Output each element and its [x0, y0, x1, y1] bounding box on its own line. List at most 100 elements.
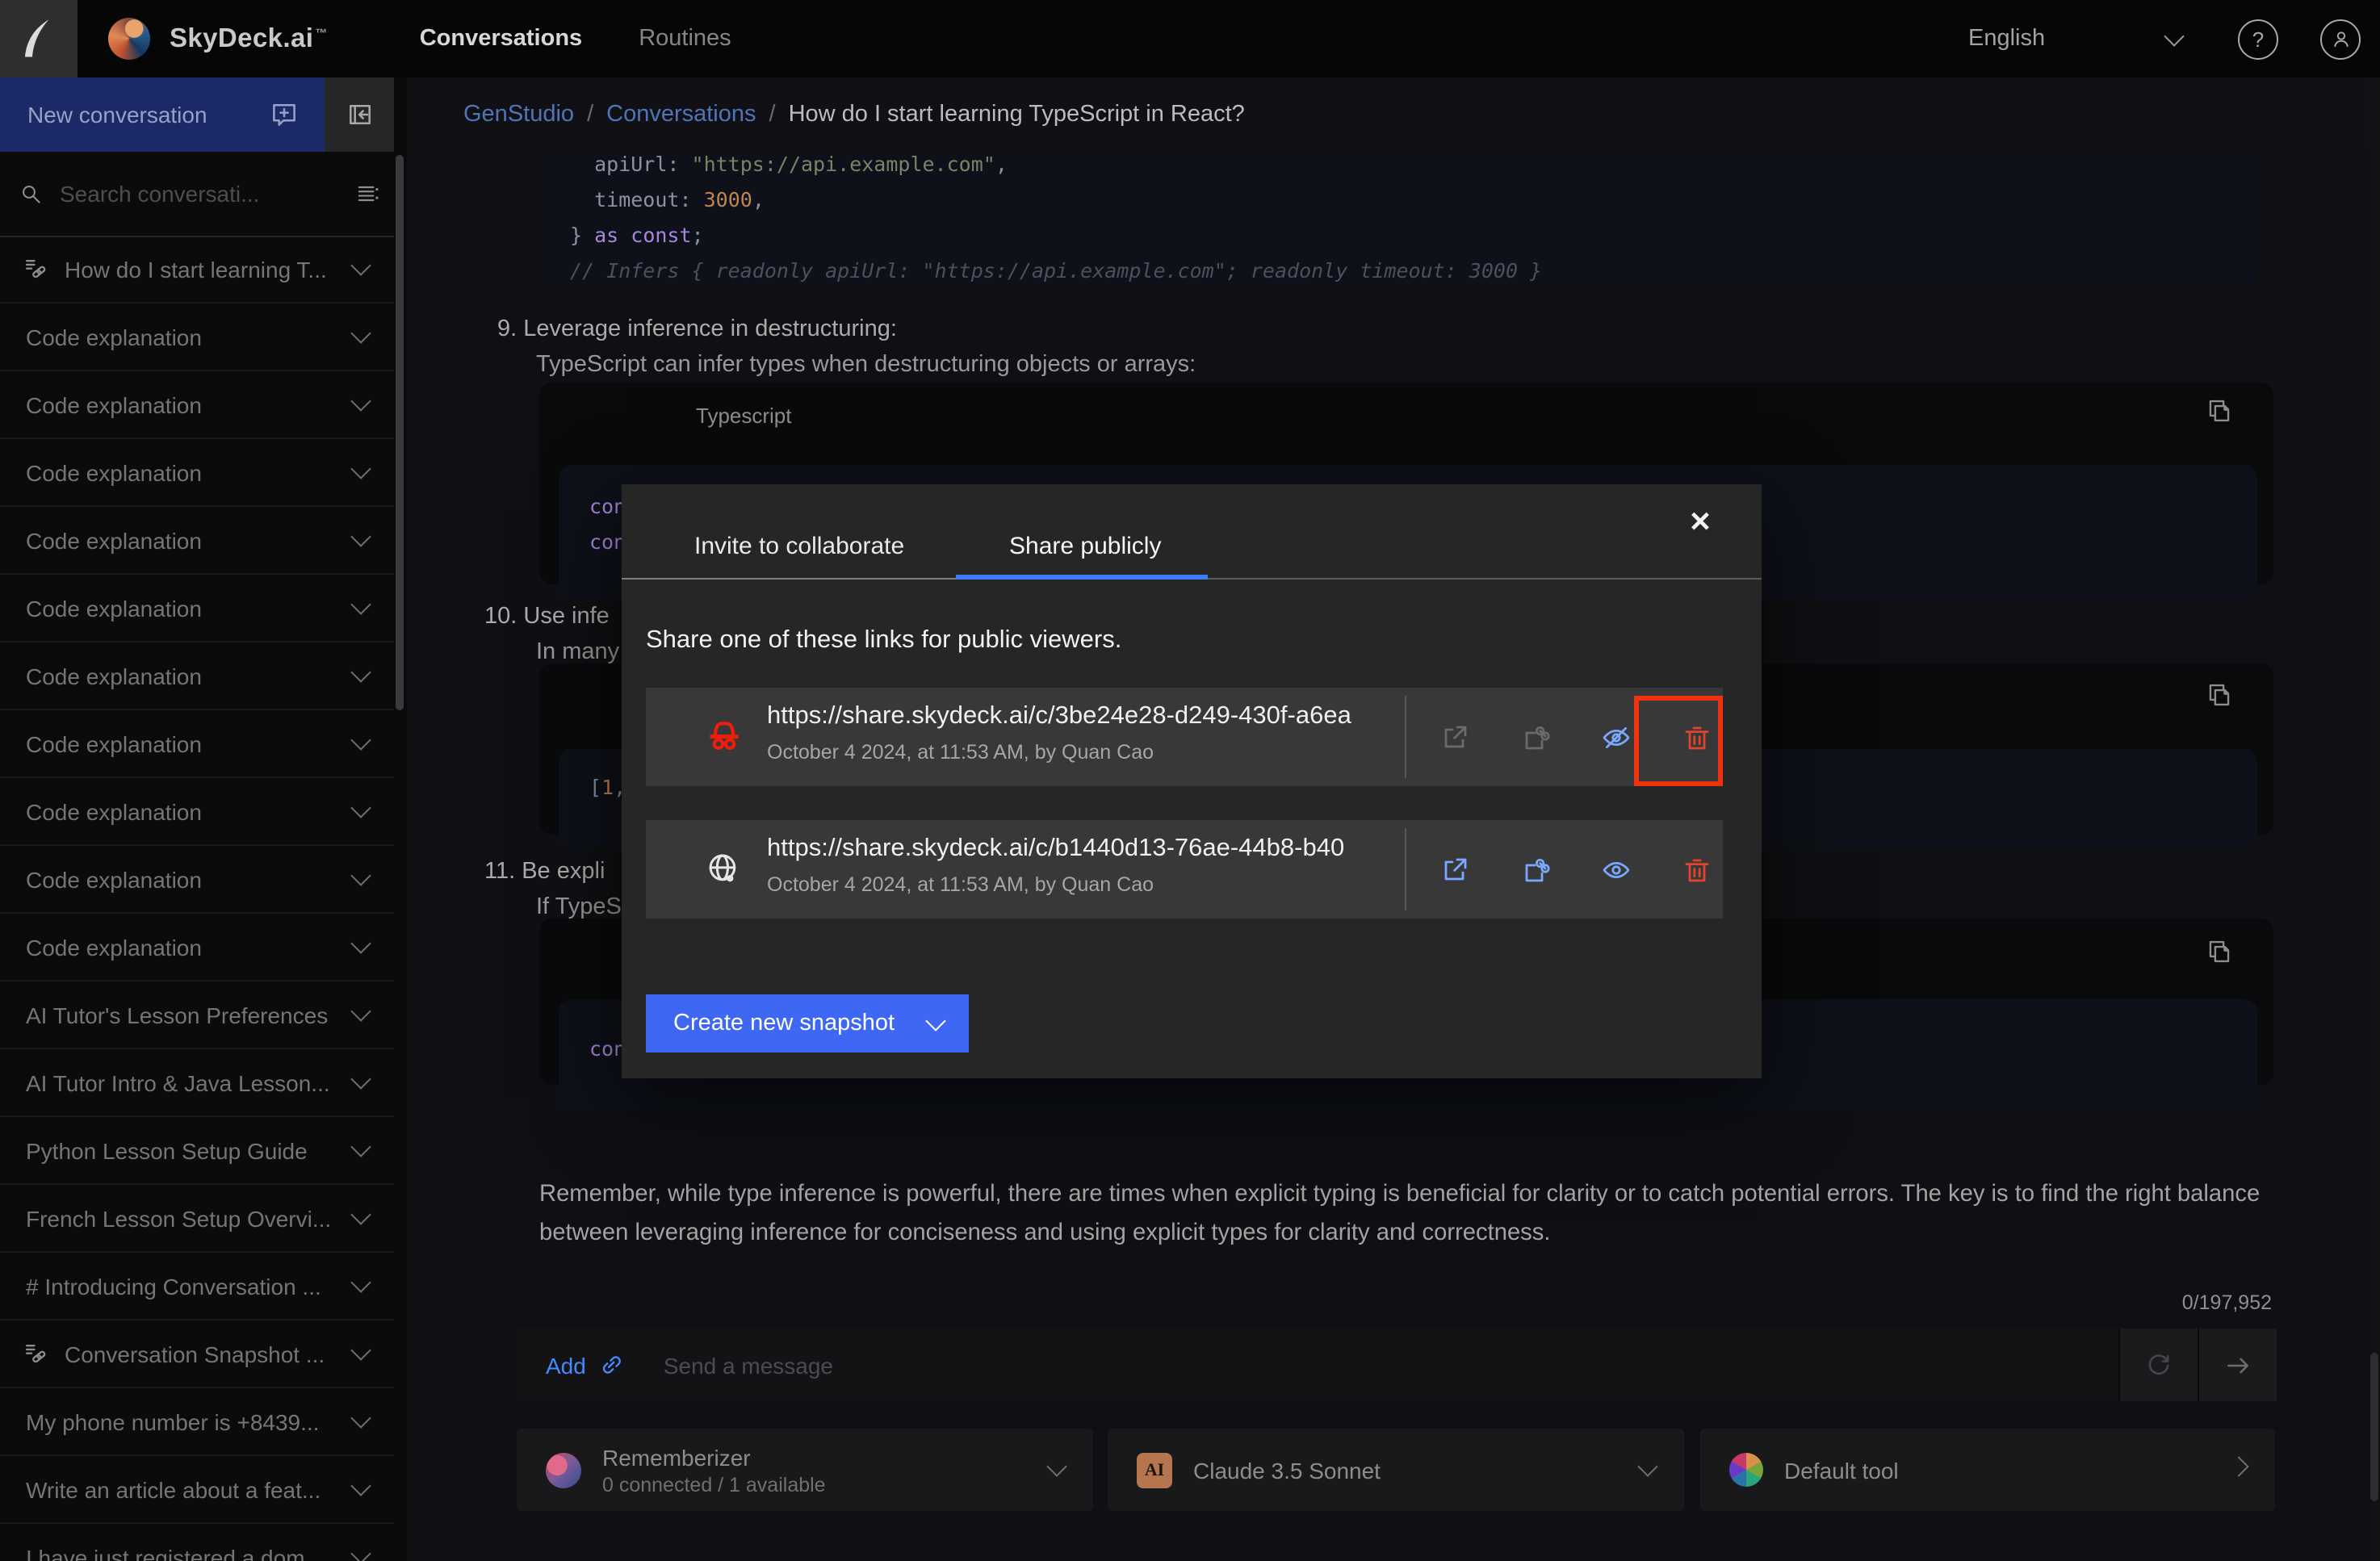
workspace-logo[interactable] [0, 0, 78, 77]
search-input[interactable] [57, 179, 305, 208]
chevron-down-icon[interactable] [350, 797, 371, 818]
chevron-down-icon[interactable] [350, 1475, 371, 1496]
conversation-list-item[interactable]: My phone number is +8439... [0, 1388, 394, 1456]
brand-title: SkyDeck.ai™ [170, 23, 328, 54]
share-modal: ✕ Invite to collaborate Share publicly S… [622, 484, 1762, 1078]
visibility-off-icon[interactable] [1600, 722, 1632, 754]
conversation-title: # Introducing Conversation ... [26, 1273, 321, 1299]
chevron-down-icon[interactable] [350, 391, 371, 411]
conversation-title: Code explanation [26, 866, 202, 892]
attach-link-icon[interactable] [597, 1351, 625, 1379]
conversation-title: Code explanation [26, 324, 202, 349]
close-icon[interactable]: ✕ [1681, 504, 1720, 542]
conversation-list-item[interactable]: Code explanation [0, 507, 394, 575]
chevron-down-icon[interactable] [350, 1001, 371, 1021]
conversation-list-item[interactable]: Conversation Snapshot ... [0, 1320, 394, 1388]
chevron-down-icon[interactable] [350, 1204, 371, 1224]
copy-link-icon[interactable] [1519, 854, 1552, 886]
sidebar: New conversation How do I start learning… [0, 77, 407, 1561]
tab-share-publicly[interactable]: Share publicly [1009, 533, 1161, 560]
chevron-down-icon[interactable] [350, 255, 371, 275]
conversation-list-item[interactable]: Code explanation [0, 575, 394, 642]
chevron-down-icon[interactable] [350, 1543, 371, 1561]
trademark: ™ [315, 25, 327, 54]
chevron-down-icon[interactable] [350, 933, 371, 953]
chevron-down-icon[interactable] [350, 1408, 371, 1428]
breadcrumb-genstudio[interactable]: GenStudio [463, 102, 574, 128]
conversation-list-item[interactable]: Code explanation [0, 778, 394, 846]
chevron-down-icon [2164, 25, 2184, 45]
divider [1405, 828, 1406, 910]
conversation-list-item[interactable]: Code explanation [0, 303, 394, 371]
window-scrollbar[interactable] [2369, 77, 2380, 1561]
code-line: } as const; [539, 218, 2257, 253]
conversation-list-item[interactable]: AI Tutor's Lesson Preferences [0, 981, 394, 1049]
tool-selector-card[interactable]: Default tool [1700, 1429, 2275, 1511]
regenerate-button[interactable] [2118, 1329, 2198, 1401]
scrollbar-thumb[interactable] [2370, 1353, 2378, 1501]
conversation-list-item[interactable]: Code explanation [0, 710, 394, 778]
share-url[interactable]: https://share.skydeck.ai/c/b1440d13-76ae… [767, 835, 1397, 864]
incognito-icon [704, 717, 744, 757]
conversation-title: Code explanation [26, 595, 202, 621]
delete-icon[interactable] [1681, 854, 1713, 886]
account-button[interactable] [2320, 19, 2361, 59]
open-link-icon[interactable] [1439, 854, 1471, 886]
chevron-down-icon[interactable] [350, 662, 371, 682]
search-bar [0, 152, 394, 237]
copy-code-icon[interactable] [2206, 397, 2233, 425]
conversation-list-item[interactable]: Write an article about a feat... [0, 1456, 394, 1524]
tab-conversations[interactable]: Conversations [420, 26, 582, 52]
conversation-list-item[interactable]: Code explanation [0, 439, 394, 507]
add-attachment-button[interactable]: Add [546, 1352, 586, 1378]
language-selector[interactable]: English [1968, 26, 2181, 52]
new-conversation-button[interactable]: New conversation [0, 77, 325, 152]
open-link-icon[interactable] [1439, 722, 1471, 754]
code-block: apiUrl: "https://api.example.com", timeo… [539, 142, 2257, 286]
help-button[interactable]: ? [2238, 19, 2278, 59]
chevron-down-icon[interactable] [350, 323, 371, 343]
message-input[interactable] [660, 1350, 1636, 1379]
conversation-list-item[interactable]: Python Lesson Setup Guide [0, 1117, 394, 1185]
chevron-down-icon [1046, 1456, 1066, 1476]
create-new-snapshot-button[interactable]: Create new snapshot [646, 994, 969, 1053]
conversation-title: Code explanation [26, 527, 202, 553]
plugin-selector-card[interactable]: Rememberizer 0 connected / 1 available [517, 1429, 1093, 1511]
new-conversation-label: New conversation [27, 102, 207, 128]
send-button[interactable] [2198, 1329, 2277, 1401]
conversation-list-item[interactable]: Code explanation [0, 914, 394, 981]
conversation-list-item[interactable]: Code explanation [0, 642, 394, 710]
chevron-down-icon[interactable] [350, 730, 371, 750]
copy-code-icon[interactable] [2206, 938, 2233, 965]
top-bar: SkyDeck.ai™ Conversations Routines Engli… [0, 0, 2380, 77]
conversation-list-item[interactable]: I have just registered a dom... [0, 1524, 394, 1561]
chevron-down-icon[interactable] [350, 1136, 371, 1157]
breadcrumb-conversations[interactable]: Conversations [606, 102, 756, 128]
share-url[interactable]: https://share.skydeck.ai/c/3be24e28-d249… [767, 702, 1397, 731]
copy-code-icon[interactable] [2206, 681, 2233, 709]
conversation-list-item[interactable]: Code explanation [0, 846, 394, 914]
model-selector-card[interactable]: AI Claude 3.5 Sonnet [1108, 1429, 1684, 1511]
chevron-down-icon[interactable] [350, 594, 371, 614]
chevron-down-icon[interactable] [350, 526, 371, 546]
snapshot-icon [23, 1340, 50, 1367]
conversation-list-item[interactable]: French Lesson Setup Overvi... [0, 1185, 394, 1253]
filter-list-icon[interactable] [355, 181, 381, 207]
chevron-down-icon[interactable] [350, 865, 371, 885]
chevron-down-icon[interactable] [350, 458, 371, 479]
tab-invite-to-collaborate[interactable]: Invite to collaborate [694, 533, 904, 560]
collapse-sidebar-button[interactable] [325, 77, 394, 152]
conversation-list-item[interactable]: # Introducing Conversation ... [0, 1253, 394, 1320]
conversation-list-item[interactable]: How do I start learning T... [0, 236, 394, 303]
chevron-down-icon[interactable] [350, 1272, 371, 1292]
conversation-list-item[interactable]: AI Tutor Intro & Java Lesson... [0, 1049, 394, 1117]
tab-routines[interactable]: Routines [639, 26, 731, 52]
sidebar-scrollbar[interactable] [396, 155, 404, 710]
copy-link-icon[interactable] [1519, 722, 1552, 754]
visibility-on-icon[interactable] [1600, 854, 1632, 886]
share-meta: October 4 2024, at 11:53 AM, by Quan Cao [767, 741, 1154, 764]
conversation-list-item[interactable]: Code explanation [0, 371, 394, 439]
list-item-11-desc: If TypeS [536, 894, 622, 920]
chevron-down-icon[interactable] [350, 1069, 371, 1089]
chevron-down-icon[interactable] [350, 1340, 371, 1360]
